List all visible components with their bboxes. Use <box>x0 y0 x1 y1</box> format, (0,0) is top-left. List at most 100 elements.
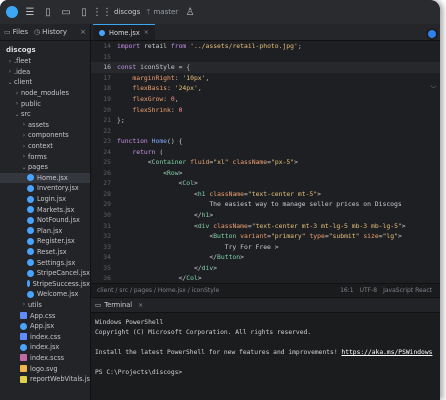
code-line[interactable]: 36 </Col> <box>91 273 440 282</box>
file-item[interactable]: Welcome.jsx <box>0 289 90 300</box>
code-line[interactable]: 25 <Container fluid="xl" className="px-5… <box>91 157 440 168</box>
code-line[interactable]: 20 flexShrink: 0 <box>91 104 440 115</box>
tree-item-label: .idea <box>14 67 31 76</box>
folder-item[interactable]: › forms <box>0 151 90 162</box>
file-item[interactable]: reportWebVitals.js <box>0 374 90 385</box>
menu-icon[interactable]: ☰ <box>24 6 36 18</box>
code-line[interactable]: 28 <h1 className="text-center mt-5"> <box>91 189 440 200</box>
code-line[interactable]: 31 <div className="text-center mt-3 mt-l… <box>91 220 440 231</box>
user-add-icon[interactable]: ♙ <box>184 6 196 18</box>
branch-selector[interactable]: ᛘ master <box>146 8 178 16</box>
tree-item-label: logo.svg <box>30 364 58 373</box>
code-area[interactable]: 14 import retail from '../assets/retail-p… <box>91 41 440 282</box>
file-item[interactable]: Reset.jsx <box>0 247 90 258</box>
tree-item-label: StripeSuccess.jsx <box>32 279 90 288</box>
file-item[interactable]: Plan.jsx <box>0 226 90 237</box>
code-line[interactable]: 35 </div> <box>91 262 440 273</box>
chevron-right-icon: › <box>22 301 26 309</box>
code-line[interactable]: 15 <box>91 52 440 63</box>
close-icon[interactable]: × <box>80 28 86 36</box>
folder-item[interactable]: ⌄ src <box>0 109 90 120</box>
code-line[interactable]: 33 Try For Free > <box>91 241 440 252</box>
file-item[interactable]: Inventory.jsx <box>0 183 90 194</box>
code-line[interactable]: 16 const iconStyle = { <box>91 62 440 73</box>
file-item[interactable]: Register.jsx <box>0 236 90 247</box>
panel-left-icon[interactable]: ▯ <box>42 6 54 18</box>
avatar[interactable] <box>428 30 436 38</box>
tab-history[interactable]: ◷ History <box>34 28 67 36</box>
line-number: 25 <box>103 158 111 167</box>
code-line[interactable]: 23 function Home() { <box>91 136 440 147</box>
file-item[interactable]: Home.jsx <box>0 172 90 184</box>
code-line[interactable]: 14 import retail from '../assets/retail-p… <box>91 41 440 52</box>
folder-item[interactable]: › node_modules <box>0 88 90 99</box>
line-text: import retail from '../assets/retail-pho… <box>117 42 302 51</box>
file-item[interactable]: index.scss <box>0 353 90 364</box>
app-logo-icon[interactable] <box>6 6 18 18</box>
file-item[interactable]: App.css <box>0 310 90 321</box>
file-item[interactable]: StripeSuccess.jsx <box>0 278 90 289</box>
file-item[interactable]: index.css <box>0 331 90 342</box>
jsx-file-icon <box>20 322 27 330</box>
tree-item-label: Register.jsx <box>37 237 75 246</box>
line-number: 18 <box>103 84 111 93</box>
panel-bottom-icon[interactable]: ▭ <box>60 6 72 18</box>
project-root[interactable]: discogs <box>0 41 90 56</box>
terminal-output[interactable]: Windows PowerShell Copyright (C) Microsof… <box>91 313 440 379</box>
line-number: 20 <box>103 105 111 114</box>
close-icon[interactable]: × <box>138 302 143 309</box>
code-line[interactable]: 18 flexBasis: '24px', <box>91 83 440 94</box>
encoding[interactable]: UTF-8 <box>360 287 378 294</box>
code-line[interactable]: 27 <Col> <box>91 178 440 189</box>
chevron-right-icon: › <box>15 100 19 108</box>
folder-item[interactable]: › context <box>0 141 90 152</box>
file-item[interactable]: logo.svg <box>0 363 90 374</box>
code-line[interactable]: 32 <Button variant="primary" type="submi… <box>91 231 440 242</box>
code-line[interactable]: 29 The easiest way to manage seller pric… <box>91 199 440 210</box>
file-item[interactable]: StripeCancel.jsx <box>0 268 90 279</box>
code-line[interactable]: 21}; <box>91 115 440 126</box>
file-item[interactable]: index.jsx <box>0 342 90 353</box>
code-line[interactable]: 26 <Row> <box>91 168 440 179</box>
chevron-right-icon: › <box>22 131 26 139</box>
tree-item-label: Login.jsx <box>37 195 67 204</box>
tree-item-label: index.scss <box>30 353 65 362</box>
react-file-icon <box>99 29 105 36</box>
file-sidebar: ▭ Files ◷ History × discogs › .fleet › .ide… <box>0 24 91 400</box>
code-line[interactable]: 22 <box>91 125 440 136</box>
breadcrumb[interactable]: client / src / pages / Home.jsx / iconSt… <box>97 287 219 294</box>
powershell-link[interactable]: https://aka.ms/PSWindows <box>341 349 432 356</box>
code-line[interactable]: 19 flexGrow: 0, <box>91 94 440 105</box>
editor-tab-home[interactable]: Home.jsx × <box>93 24 155 40</box>
folder-icon: ▭ <box>4 28 11 36</box>
close-tab-icon[interactable]: × <box>144 29 149 36</box>
cursor-position[interactable]: 16:1 <box>340 287 353 294</box>
project-name[interactable]: discogs <box>114 8 140 16</box>
file-item[interactable]: Login.jsx <box>0 194 90 205</box>
line-text: <h1 className="text-center mt-5"> <box>117 189 321 198</box>
folder-item[interactable]: › public <box>0 98 90 109</box>
folder-item[interactable]: › components <box>0 130 90 141</box>
folder-item[interactable]: › .fleet <box>0 56 90 67</box>
folder-item[interactable]: › utils <box>0 300 90 311</box>
file-item[interactable]: Markets.jsx <box>0 204 90 215</box>
code-line[interactable]: 30 </h1> <box>91 210 440 221</box>
file-item[interactable]: Settings.jsx <box>0 257 90 268</box>
panel-right-icon[interactable]: ▯ <box>78 6 90 18</box>
folder-item[interactable]: › .idea <box>0 67 90 78</box>
grid-icon[interactable]: ⋮⋮ <box>92 6 112 18</box>
language-mode[interactable]: JavaScript React <box>383 287 432 294</box>
file-item[interactable]: App.jsx <box>0 321 90 332</box>
folder-item[interactable]: › assets <box>0 120 90 131</box>
tab-files[interactable]: ▭ Files <box>4 28 28 36</box>
folder-item[interactable]: ⌄ pages <box>0 162 90 173</box>
file-tree: › .fleet › .idea ⌄ client › node_modules › public… <box>0 56 90 384</box>
file-item[interactable]: NotFound.jsx <box>0 215 90 226</box>
tab-terminal[interactable]: ▭ Terminal × <box>95 301 143 309</box>
folder-item[interactable]: ⌄ client <box>0 77 90 88</box>
code-line[interactable]: 34 </Button> <box>91 252 440 263</box>
terminal-line-text: Install the latest PowerShell for new fe… <box>95 349 342 356</box>
code-line[interactable]: 17 marginRight: '10px', <box>91 73 440 84</box>
code-line[interactable]: 24 return ( <box>91 146 440 157</box>
line-number: 14 <box>103 42 111 51</box>
